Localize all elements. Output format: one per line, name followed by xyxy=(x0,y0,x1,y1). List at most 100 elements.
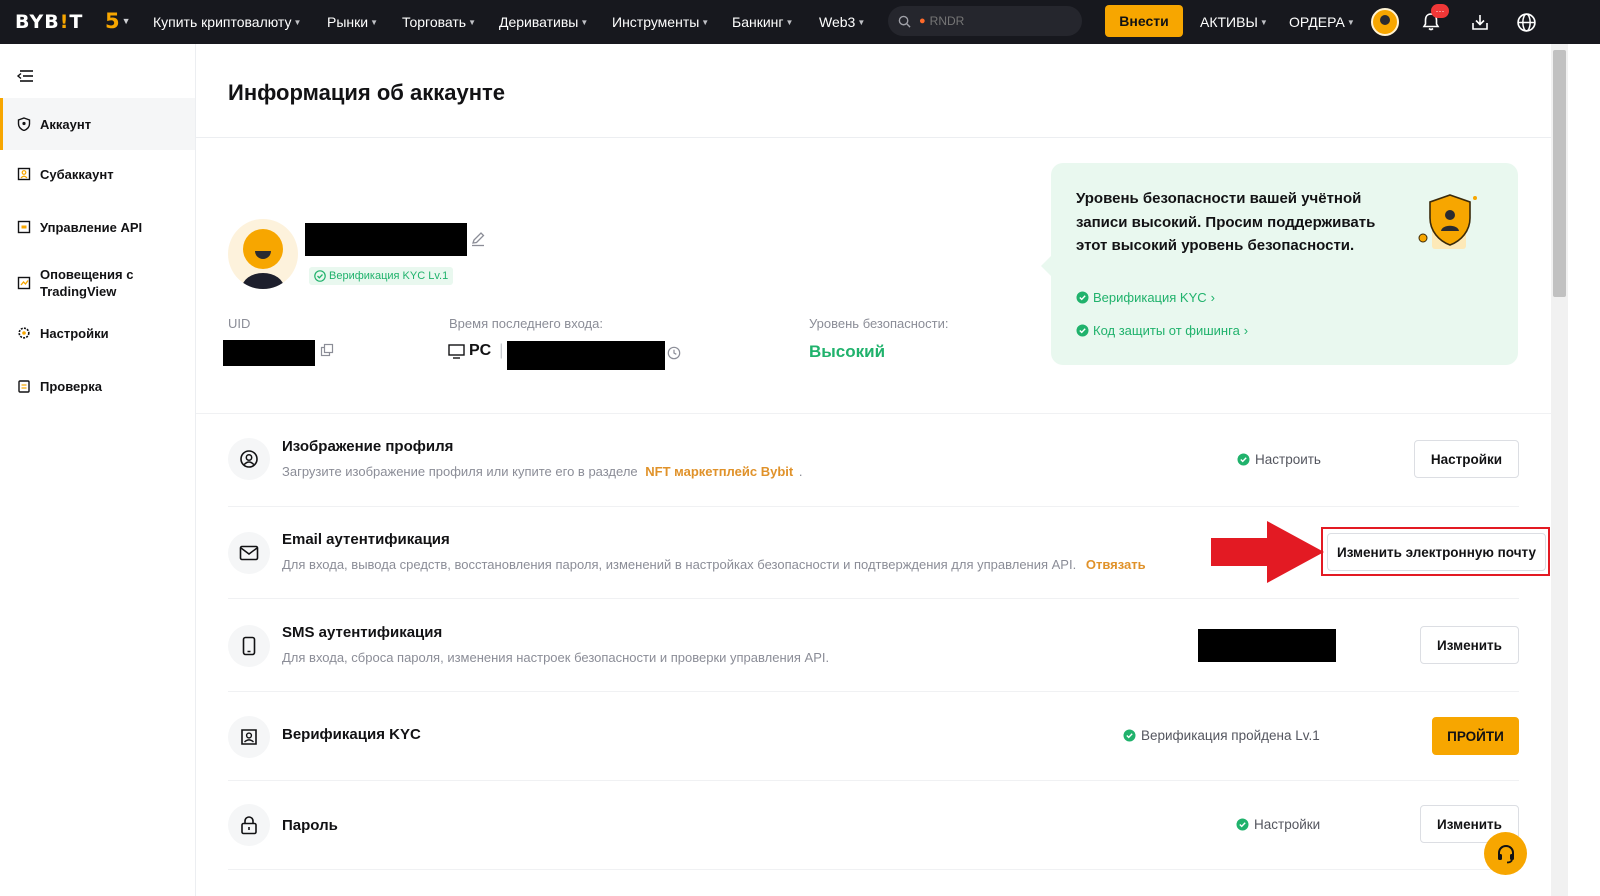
check-circle-icon xyxy=(314,270,326,282)
nav-label: АКТИВЫ xyxy=(1200,14,1258,30)
sidebar-item-label: Субаккаунт xyxy=(40,166,114,182)
email-auth-desc: Для входа, вывода средств, восстановлени… xyxy=(282,557,1146,572)
five-icon: 5 xyxy=(105,9,120,33)
unbind-email-link[interactable]: Отвязать xyxy=(1086,557,1146,572)
language-button[interactable] xyxy=(1512,8,1540,36)
sidebar-item-account[interactable]: Аккаунт xyxy=(0,98,195,150)
notification-badge: ··· xyxy=(1431,4,1449,18)
nav-label: Купить криптовалюту xyxy=(153,14,292,30)
nft-marketplace-link[interactable]: NFT маркетплейс Bybit xyxy=(645,464,793,479)
nav-trade[interactable]: Торговать ▼ xyxy=(402,0,476,44)
bybit-five-menu[interactable]: 5 ▼ xyxy=(105,7,131,35)
edit-pencil-icon[interactable] xyxy=(469,230,487,248)
row-divider xyxy=(228,691,1519,692)
support-chat-button[interactable] xyxy=(1484,832,1527,875)
notifications-button[interactable]: ··· xyxy=(1417,4,1449,36)
security-shield-illustration xyxy=(1418,194,1477,249)
profile-avatar[interactable] xyxy=(228,219,298,289)
nav-assets[interactable]: АКТИВЫ ▼ xyxy=(1200,0,1268,44)
nav-label: ОРДЕРА xyxy=(1289,14,1345,30)
nav-markets[interactable]: Рынки ▼ xyxy=(327,0,378,44)
change-sms-button[interactable]: Изменить xyxy=(1420,626,1519,664)
headset-icon xyxy=(1497,844,1514,863)
sidebar-item-label: Проверка xyxy=(40,378,102,394)
password-title: Пароль xyxy=(282,817,338,834)
desc-end: . xyxy=(798,464,803,479)
redacted-nickname xyxy=(305,223,467,256)
sms-auth-title: SMS аутентификация xyxy=(282,624,443,641)
sidebar-item-subaccount[interactable]: Субаккаунт xyxy=(0,152,195,196)
user-circle-icon xyxy=(240,450,258,468)
download-icon xyxy=(1472,15,1488,30)
redacted-phone-number xyxy=(1198,629,1336,662)
sidebar-item-label: Настройки xyxy=(40,325,109,341)
chevron-down-icon: ▼ xyxy=(580,17,589,27)
nav-web3[interactable]: Web3 ▼ xyxy=(819,0,865,44)
kyc-verification-link[interactable]: Верификация KYC › xyxy=(1076,290,1215,305)
redacted-uid xyxy=(223,340,315,366)
sidebar-item-verification[interactable]: Проверка xyxy=(0,364,195,408)
kyc-status: Верификация пройдена Lv.1 xyxy=(1123,728,1320,743)
uid-label: UID xyxy=(228,316,251,331)
red-arrow-annotation xyxy=(1211,521,1324,583)
password-row-icon xyxy=(228,804,270,846)
logo-accent: ! xyxy=(59,11,70,33)
anti-phishing-link[interactable]: Код защиты от фишинга › xyxy=(1076,323,1248,338)
search-input[interactable] xyxy=(929,14,1070,28)
avatar-head xyxy=(243,229,283,269)
redacted-login-time xyxy=(507,341,665,370)
status-text: Настроить xyxy=(1255,452,1321,467)
nav-label: Инструменты xyxy=(612,14,700,30)
bybit-logo[interactable]: BYB!T xyxy=(15,11,83,33)
nav-buy-crypto[interactable]: Купить криптовалюту ▼ xyxy=(153,0,301,44)
deposit-button[interactable]: Внести xyxy=(1105,5,1183,37)
sidebar-item-settings[interactable]: Настройки xyxy=(0,311,195,355)
search-box[interactable]: ● xyxy=(888,6,1082,36)
top-navigation: BYB!T 5 ▼ Купить криптовалюту ▼ Рынки ▼ То… xyxy=(0,0,1600,44)
sidebar-item-tradingview[interactable]: Оповещения с TradingView xyxy=(0,261,195,305)
separator: | xyxy=(499,342,504,359)
chevron-down-icon: ▼ xyxy=(468,17,477,27)
check-circle-icon xyxy=(1076,291,1089,304)
api-icon xyxy=(17,220,31,234)
clipboard-icon xyxy=(18,380,30,393)
sms-auth-desc: Для входа, сброса пароля, изменения наст… xyxy=(282,650,830,665)
kyc-proceed-button[interactable]: ПРОЙТИ xyxy=(1432,717,1519,755)
chevron-down-icon: ▼ xyxy=(293,17,302,27)
main-content: Информация об аккаунте Верификация KYC L… xyxy=(196,44,1551,896)
avatar-face xyxy=(1380,15,1390,25)
nav-label: Торговать xyxy=(402,14,467,30)
logo-text: BYB xyxy=(15,11,60,33)
nav-tools[interactable]: Инструменты ▼ xyxy=(612,0,709,44)
login-device: PC | xyxy=(448,342,503,360)
change-email-button[interactable]: Изменить электронную почту xyxy=(1327,533,1546,571)
check-circle-icon xyxy=(1237,453,1250,466)
check-circle-icon xyxy=(1236,818,1249,831)
sidebar-item-api[interactable]: Управление API xyxy=(0,205,195,249)
profile-image-settings-button[interactable]: Настройки xyxy=(1414,440,1519,478)
link-text: Верификация KYC xyxy=(1093,290,1207,305)
sidebar-item-label: Управление API xyxy=(40,219,143,235)
copy-icon[interactable] xyxy=(320,343,334,357)
page-scrollbar-thumb[interactable] xyxy=(1553,50,1566,297)
chevron-down-icon: ▼ xyxy=(1259,17,1268,27)
lock-icon xyxy=(241,816,257,835)
nav-orders[interactable]: ОРДЕРА ▼ xyxy=(1289,0,1355,44)
monitor-icon xyxy=(448,343,465,359)
download-app-button[interactable] xyxy=(1466,8,1494,36)
collapse-sidebar-icon[interactable] xyxy=(16,68,34,84)
user-avatar[interactable] xyxy=(1371,8,1399,36)
profile-image-status: Настроить xyxy=(1237,452,1321,467)
account-sidebar: Аккаунт Субаккаунт Управление API Оповещ… xyxy=(0,44,196,896)
nav-banking[interactable]: Банкинг ▼ xyxy=(732,0,793,44)
email-auth-title: Email аутентификация xyxy=(282,531,450,548)
status-text: Настройки xyxy=(1254,817,1321,832)
nav-derivatives[interactable]: Деривативы ▼ xyxy=(499,0,588,44)
security-level-value: Высокий xyxy=(809,342,886,361)
device-text: PC xyxy=(469,342,492,359)
kyc-badge-text: Верификация KYC Lv.1 xyxy=(329,270,449,282)
profile-image-title: Изображение профиля xyxy=(282,438,454,455)
sidebar-item-label: Оповещения с TradingView xyxy=(40,267,134,299)
kyc-title: Верификация KYC xyxy=(282,726,421,743)
security-level-label: Уровень безопасности: xyxy=(809,316,949,331)
